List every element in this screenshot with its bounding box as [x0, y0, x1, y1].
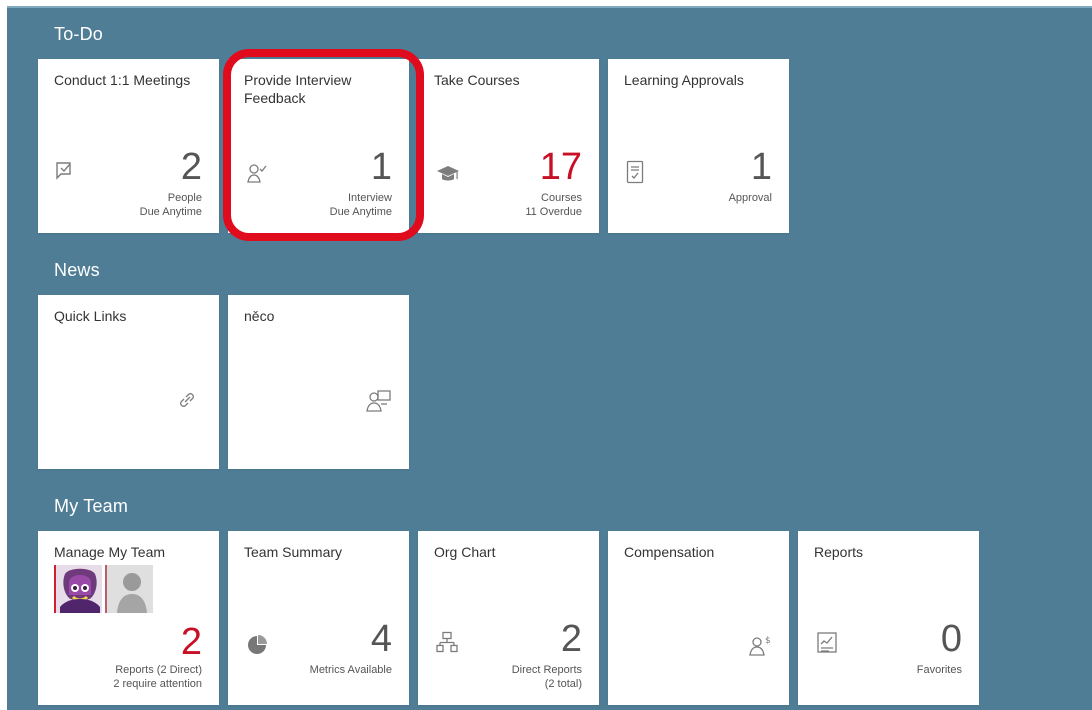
report-chart-icon	[816, 631, 838, 655]
person-dollar-icon: $	[748, 634, 772, 658]
top-border	[7, 6, 1092, 8]
tile-title: Learning Approvals	[624, 72, 744, 88]
tile-count: 17	[539, 146, 582, 188]
tile-count: 2	[180, 146, 202, 188]
graduation-cap-icon	[436, 165, 460, 183]
pie-chart-icon	[246, 634, 268, 656]
tile-subtitle: People Due Anytime	[139, 192, 202, 218]
tile-title: něco	[244, 308, 275, 324]
tile-compensation[interactable]: Compensation $	[608, 531, 789, 705]
tile-subtitle: Courses 11 Overdue	[525, 192, 582, 218]
tile-manage-my-team[interactable]: Manage My Team 2 Reports (2 Direct) 2 re…	[38, 531, 219, 705]
tile-org-chart[interactable]: Org Chart 2 Direct Reports (2 total)	[418, 531, 599, 705]
tile-count: 1	[370, 146, 392, 188]
tile-count: 0	[940, 618, 962, 660]
org-chart-icon	[436, 631, 458, 655]
tile-interview-feedback[interactable]: Provide Interview Feedback 1 Interview D…	[228, 59, 409, 233]
person-board-icon	[365, 389, 393, 413]
tile-subtitle: Reports (2 Direct) 2 require attention	[113, 664, 202, 690]
tile-team-summary[interactable]: Team Summary 4 Metrics Available	[228, 531, 409, 705]
tile-take-courses[interactable]: Take Courses 17 Courses 11 Overdue	[418, 59, 599, 233]
section-title-news: News	[54, 260, 100, 280]
section-title-todo: To-Do	[54, 24, 104, 44]
tile-subtitle: Favorites	[916, 664, 962, 676]
document-check-icon	[626, 160, 644, 184]
tile-title: Take Courses	[434, 72, 520, 88]
tile-count: 1	[750, 146, 772, 188]
tile-title: Team Summary	[244, 544, 343, 560]
tile-count: 4	[370, 618, 392, 660]
tile-subtitle: Approval	[728, 192, 772, 204]
tile-subtitle: Metrics Available	[309, 664, 392, 676]
checklist-icon	[54, 159, 76, 181]
svg-text:$: $	[765, 636, 771, 646]
link-icon	[176, 389, 198, 411]
tile-conduct-meetings[interactable]: Conduct 1:1 Meetings 2 People Due Anytim…	[38, 59, 219, 233]
tile-title: Quick Links	[54, 308, 127, 324]
tile-quick-links[interactable]: Quick Links	[38, 295, 219, 469]
tile-title: Reports	[814, 544, 864, 560]
tile-title: Provide Interview Feedback	[244, 72, 352, 106]
person-check-icon	[246, 162, 268, 184]
tile-title: Org Chart	[434, 544, 496, 560]
team-avatar-grey	[105, 565, 153, 613]
tile-subtitle: Direct Reports (2 total)	[511, 664, 582, 690]
tile-title: Compensation	[624, 544, 715, 560]
tile-title: Manage My Team	[54, 544, 166, 560]
tile-neco[interactable]: něco	[228, 295, 409, 469]
tile-count: 2	[560, 618, 582, 660]
section-title-my-team: My Team	[54, 496, 129, 516]
tile-learning-approvals[interactable]: Learning Approvals 1 Approval	[608, 59, 789, 233]
tile-count: 2	[180, 621, 202, 663]
home-page: To-Do Conduct 1:1 Meetings 2 People Due …	[7, 6, 1092, 710]
tile-title: Conduct 1:1 Meetings	[54, 72, 191, 88]
team-avatar-purple	[54, 565, 102, 613]
tile-subtitle: Interview Due Anytime	[329, 192, 392, 218]
tile-reports[interactable]: Reports 0 Favorites	[798, 531, 979, 705]
